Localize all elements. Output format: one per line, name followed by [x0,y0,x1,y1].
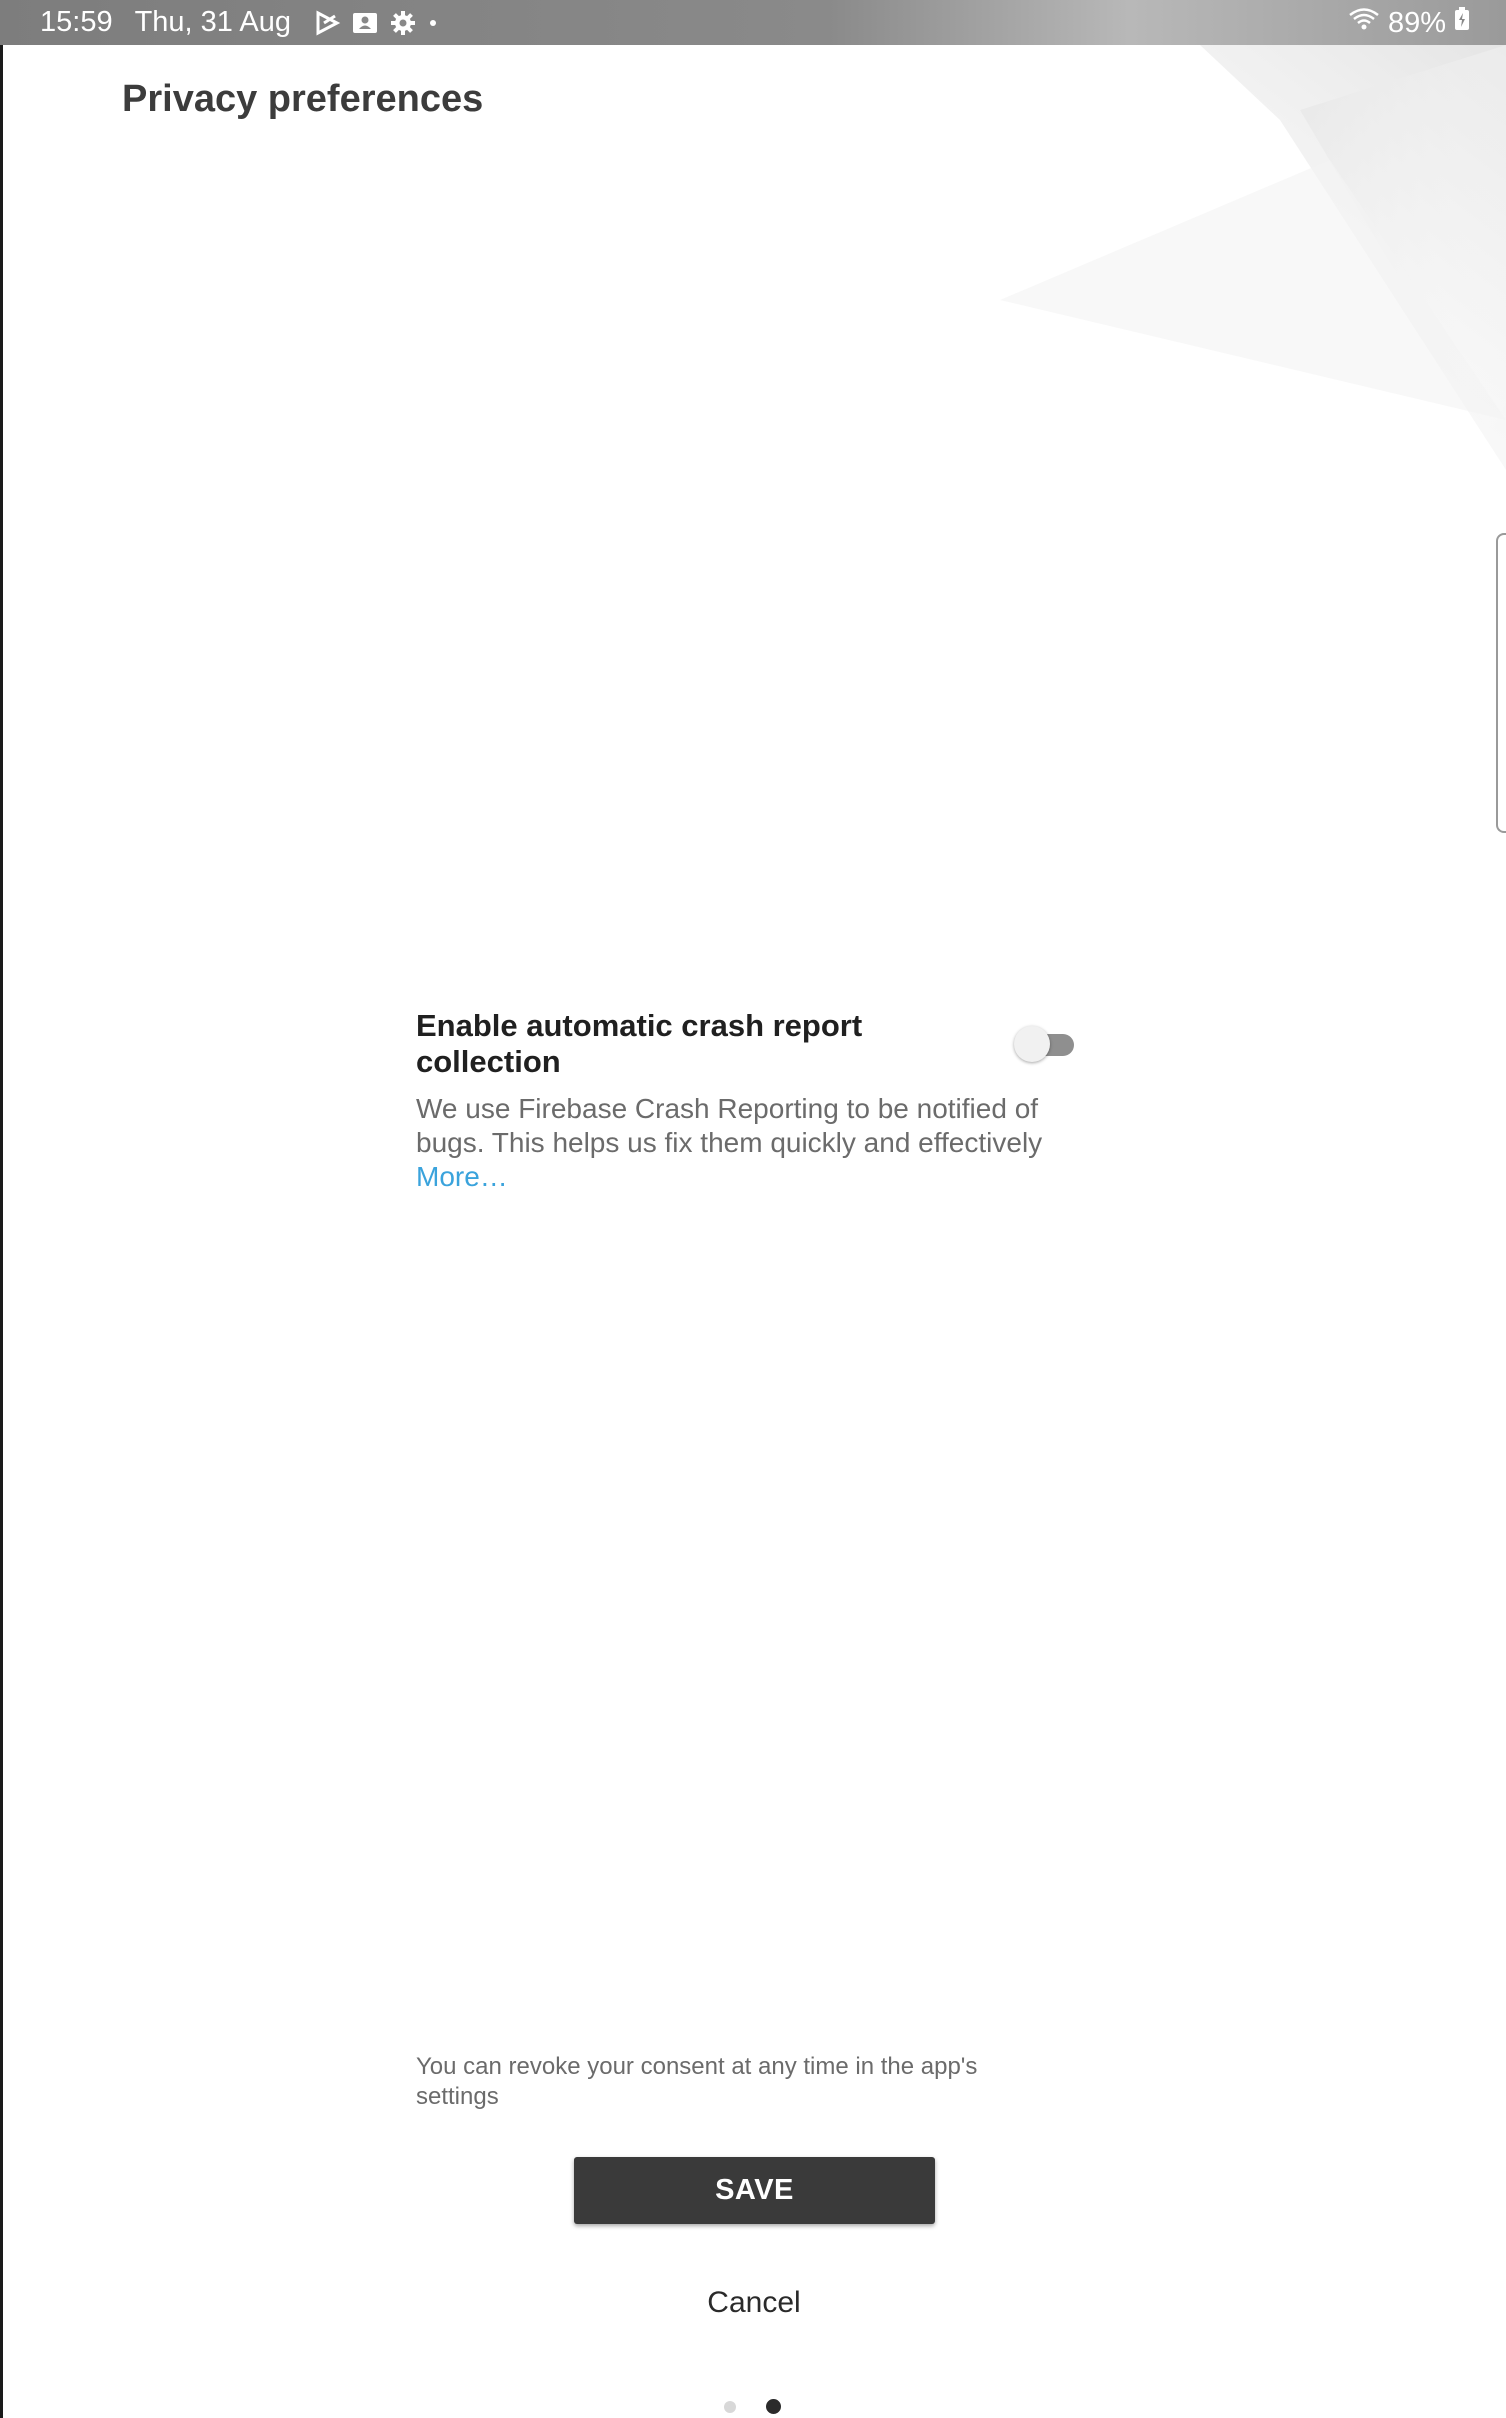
wifi-icon [1348,6,1380,40]
battery-percent: 89% [1387,6,1446,39]
page-indicator [724,2399,781,2414]
status-date: Thu, 31 Aug [134,6,291,38]
revoke-consent-note: You can revoke your consent at any time … [416,2053,978,2110]
play-store-icon [315,10,341,36]
page-dot-1 [724,2400,736,2413]
cancel-button[interactable]: Cancel [654,2280,854,2326]
privacy-preferences-screen: 15:59 Thu, 31 Aug 89% Privacy preference… [0,0,1506,2418]
crash-report-toggle[interactable] [1014,1024,1076,1064]
status-time: 15:59 [40,6,113,38]
battery-charging-icon [1454,6,1470,40]
toggle-thumb [1014,1026,1051,1062]
more-dot-icon [427,10,439,36]
crash-report-description: We use Firebase Crash Reporting to be no… [416,1093,1043,1158]
left-edge-border [0,45,3,2418]
crash-report-setting: Enable automatic crash report collection… [416,1008,1076,1194]
settings-gear-icon [389,9,417,37]
status-right: 89% [1348,6,1470,40]
edge-panel-handle[interactable] [1496,533,1506,833]
contact-card-icon [351,10,379,36]
status-bar: 15:59 Thu, 31 Aug 89% [0,0,1506,45]
status-left: 15:59 Thu, 31 Aug [40,6,439,39]
page-title: Privacy preferences [122,78,484,120]
page-dot-2-active [766,2399,781,2414]
crash-report-title: Enable automatic crash report collection [416,1008,863,1079]
notification-icons [315,9,439,37]
save-button[interactable]: SAVE [574,2157,935,2224]
crash-report-row: Enable automatic crash report collection [416,1008,1076,1079]
more-link[interactable]: More… [416,1160,508,1194]
